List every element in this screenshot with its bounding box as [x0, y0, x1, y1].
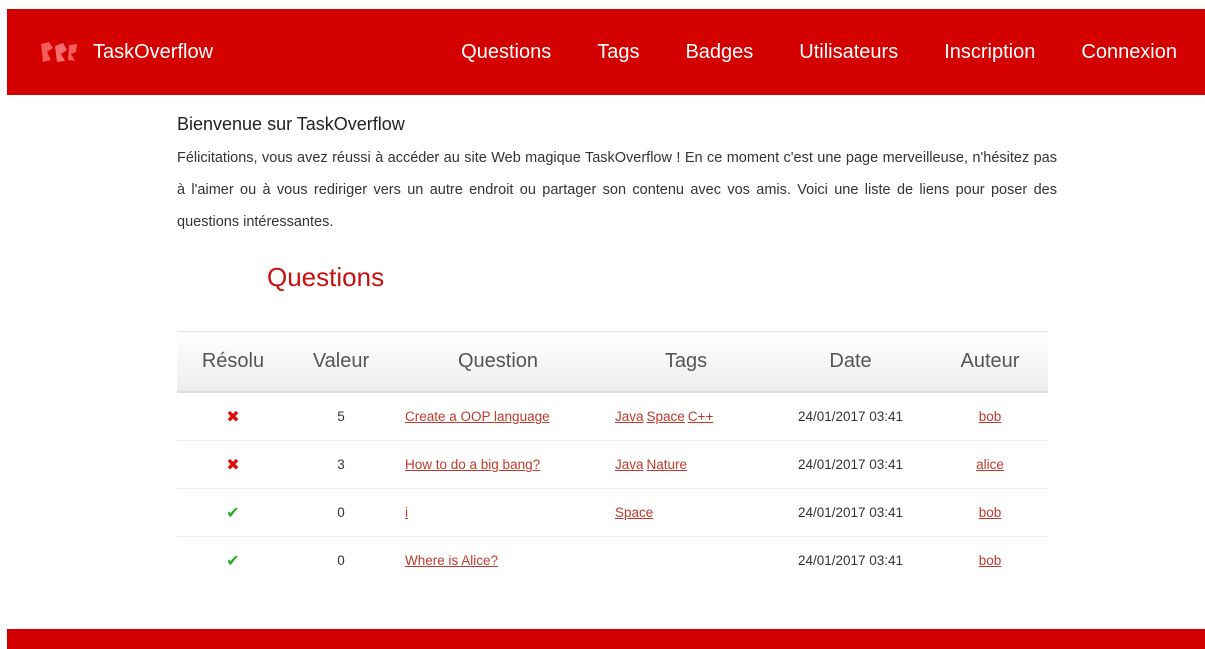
value-cell: 0: [337, 553, 345, 568]
resolved-cell: ✔: [177, 537, 289, 585]
nav-users[interactable]: Utilisateurs: [799, 41, 898, 64]
question-cell: i: [393, 488, 603, 537]
resolved-cell: ✖: [177, 440, 289, 489]
author-cell: bob: [932, 488, 1048, 537]
question-link[interactable]: Create a OOP language: [405, 409, 550, 424]
tag-link[interactable]: Java: [615, 457, 644, 472]
col-author[interactable]: Auteur: [932, 331, 1048, 393]
nav-badges[interactable]: Badges: [685, 41, 753, 64]
brand-name: TaskOverflow: [93, 40, 214, 63]
col-date[interactable]: Date: [769, 331, 932, 393]
author-cell: bob: [932, 392, 1048, 441]
date-cell: 24/01/2017 03:41: [769, 440, 932, 489]
table-row: ✖ 5 Create a OOP language Java Space C++ 24/01…: [177, 392, 1048, 441]
author-link[interactable]: bob: [979, 409, 1002, 424]
footer: [7, 629, 1205, 649]
intro-section: Bienvenue sur TaskOverflow Félicitations…: [177, 114, 1057, 238]
tag-link[interactable]: Space: [615, 505, 653, 520]
cross-icon: ✖: [226, 456, 240, 474]
table-header-row: Résolu Valeur Question Tags Date Auteur: [177, 331, 1048, 393]
questions-body: ✖ 5 Create a OOP language Java Space C++ 24/01…: [177, 392, 1048, 584]
author-link[interactable]: bob: [979, 553, 1002, 568]
question-cell: How to do a big bang?: [393, 440, 603, 489]
question-link[interactable]: How to do a big bang?: [405, 457, 540, 472]
intro-text: Félicitations, vous avez réussi à accéde…: [177, 150, 1057, 230]
author-link[interactable]: alice: [976, 457, 1004, 472]
date-cell: 24/01/2017 03:41: [769, 488, 932, 537]
brand-link[interactable]: TaskOverflow: [39, 9, 213, 95]
nav-tags[interactable]: Tags: [597, 41, 639, 64]
author-link[interactable]: bob: [979, 505, 1002, 520]
question-cell: Create a OOP language: [393, 392, 603, 441]
questions-table: Résolu Valeur Question Tags Date Auteur …: [177, 331, 1048, 584]
col-value[interactable]: Valeur: [289, 331, 393, 393]
nav-signup[interactable]: Inscription: [944, 41, 1035, 64]
nav-questions[interactable]: Questions: [461, 41, 551, 64]
question-link[interactable]: Where is Alice?: [405, 553, 498, 568]
tag-link[interactable]: Nature: [647, 457, 688, 472]
table-row: ✔ 0 i Space 24/01/2017 03:41 bob: [177, 488, 1048, 537]
tags-cell: [603, 537, 769, 585]
tag-link[interactable]: C++: [688, 409, 714, 424]
value-cell: 3: [289, 440, 393, 489]
questions-title: Questions: [267, 262, 385, 292]
intro-title: Bienvenue sur TaskOverflow: [177, 114, 405, 134]
tag-link[interactable]: Java: [615, 409, 644, 424]
tags-cell: Java Space C++: [603, 392, 769, 441]
col-question[interactable]: Question: [393, 331, 603, 393]
value-cell: 5: [289, 392, 393, 441]
table-row: ✖ 3 How to do a big bang? Java Nature 24/01/2…: [177, 440, 1048, 489]
check-icon: ✔: [226, 552, 240, 570]
resolved-cell: ✔: [177, 488, 289, 537]
check-icon: ✔: [226, 504, 240, 522]
question-link[interactable]: i: [405, 505, 408, 520]
resolved-cell: ✖: [177, 392, 289, 441]
date-cell: 24/01/2017 03:41: [769, 392, 932, 441]
author-cell: alice: [932, 440, 1048, 489]
taskoverflow-logo-icon: [41, 42, 77, 62]
cross-icon: ✖: [226, 408, 240, 426]
tags-cell: Java Nature: [603, 440, 769, 489]
date-cell: 24/01/2017 03:41: [797, 553, 904, 568]
tag-link[interactable]: Space: [647, 409, 685, 424]
question-cell: Where is Alice?: [393, 537, 603, 585]
col-resolved[interactable]: Résolu: [177, 331, 289, 393]
author-cell: bob: [932, 537, 1048, 585]
tags-cell: Space: [603, 488, 769, 537]
col-tags[interactable]: Tags: [603, 331, 769, 393]
navbar: TaskOverflow Questions Tags Badges Utili…: [7, 9, 1205, 95]
value-cell: 0: [289, 488, 393, 537]
table-row: ✔ 0 Where is Alice? 24/01/2017 03:41 bob: [177, 537, 1048, 585]
nav-links: Questions Tags Badges Utilisateurs Inscr…: [461, 9, 1177, 95]
nav-login[interactable]: Connexion: [1081, 41, 1177, 64]
